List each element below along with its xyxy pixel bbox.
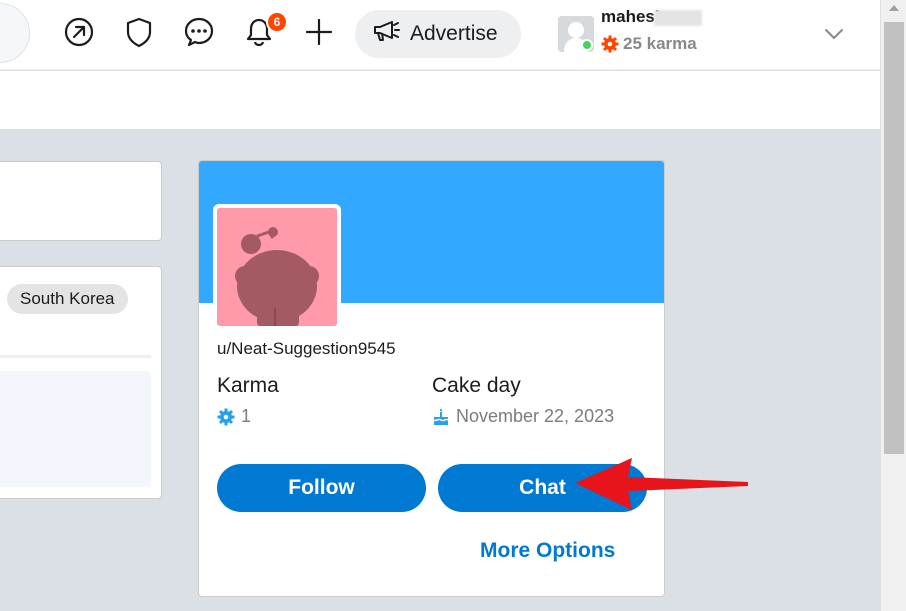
more-options-link[interactable]: More Options xyxy=(480,539,615,563)
profile-username: u/Neat-Suggestion9545 xyxy=(217,339,396,358)
karma-icon xyxy=(217,408,235,426)
vertical-scrollbar[interactable] xyxy=(880,0,906,611)
chevron-down-icon[interactable] xyxy=(822,22,846,46)
tag-pill[interactable]: South Korea xyxy=(7,284,128,314)
left-card-top xyxy=(0,161,162,241)
profile-card: u/Neat-Suggestion9545 Karma 1 Cake day N… xyxy=(198,160,665,597)
profile-avatar-frame xyxy=(213,204,341,330)
karma-number: 1 xyxy=(241,406,252,426)
subheader-strip xyxy=(0,71,880,129)
cakeday-value: November 22, 2023 xyxy=(432,406,614,427)
chat-bubble-icon[interactable] xyxy=(182,15,216,49)
plus-icon[interactable] xyxy=(302,15,336,49)
top-header: 6 Advertise mahesh 25 karma xyxy=(0,0,880,70)
notification-badge: 6 xyxy=(266,11,288,33)
karma-gear-icon xyxy=(601,35,619,53)
search-bar[interactable] xyxy=(0,3,30,63)
cake-icon xyxy=(432,408,450,426)
left-card-posts: South Korea xyxy=(0,266,162,499)
username-redaction xyxy=(654,10,702,26)
advertise-button[interactable]: Advertise xyxy=(355,10,521,58)
chat-button[interactable]: Chat xyxy=(438,464,647,512)
popular-icon[interactable] xyxy=(62,15,96,49)
header-karma: 25 karma xyxy=(601,34,697,54)
header-karma-text: 25 karma xyxy=(623,34,697,53)
scroll-thumb[interactable] xyxy=(884,22,904,454)
advertise-label: Advertise xyxy=(410,22,498,45)
divider xyxy=(0,355,151,358)
megaphone-icon xyxy=(372,19,400,49)
scroll-up-arrow-icon[interactable] xyxy=(889,5,899,11)
online-status-dot xyxy=(581,39,593,51)
snoo-avatar xyxy=(217,208,337,326)
karma-label: Karma xyxy=(217,374,279,397)
follow-button[interactable]: Follow xyxy=(217,464,426,512)
shield-icon[interactable] xyxy=(122,15,156,49)
cakeday-date: November 22, 2023 xyxy=(456,406,615,426)
left-content-panel xyxy=(0,371,151,487)
cakeday-label: Cake day xyxy=(432,374,521,397)
karma-value: 1 xyxy=(217,406,251,427)
